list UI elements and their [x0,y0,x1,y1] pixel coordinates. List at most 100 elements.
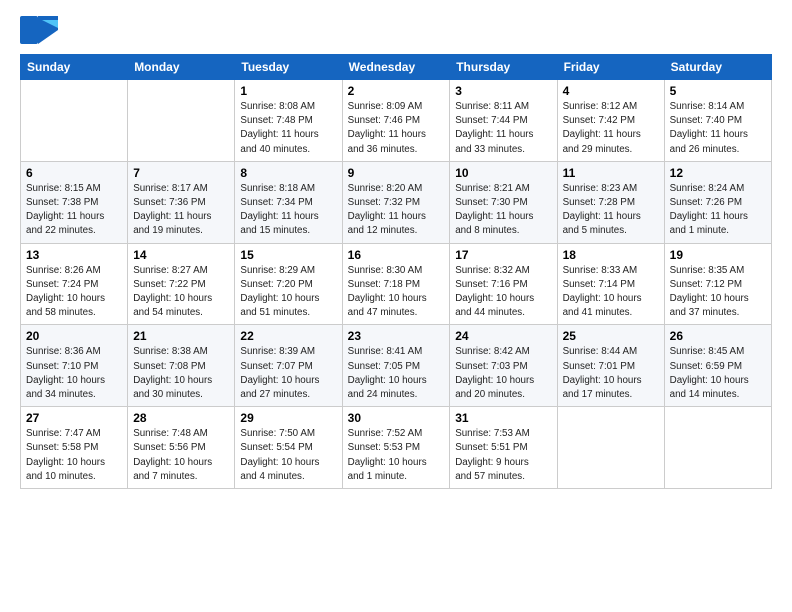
day-info: Sunrise: 8:17 AM Sunset: 7:36 PM Dayligh… [133,182,229,239]
calendar-cell: 13 Sunrise: 8:26 AM Sunset: 7:24 PM Dayli… [21,243,128,325]
calendar-cell: 5 Sunrise: 8:14 AM Sunset: 7:40 PM Daylig… [664,80,771,162]
day-number: 13 [26,248,122,262]
day-number: 26 [670,329,766,343]
calendar-week-row: 6Sunrise: 8:15 AM Sunset: 7:38 PM Daylig… [21,161,772,243]
day-number: 15 [240,248,336,262]
day-number: 21 [133,329,229,343]
day-number: 14 [133,248,229,262]
day-number: 11 [563,166,659,180]
calendar-cell: 26 Sunrise: 8:45 AM Sunset: 6:59 PM Dayli… [664,325,771,407]
calendar-cell: 3 Sunrise: 8:11 AM Sunset: 7:44 PM Daylig… [450,80,557,162]
calendar-cell [128,80,235,162]
day-info: Sunrise: 7:48 AM Sunset: 5:56 PM Dayligh… [133,427,229,484]
day-number: 29 [240,411,336,425]
day-number: 12 [670,166,766,180]
calendar-header-row: Sunday Monday Tuesday Wednesday Thursday… [21,55,772,80]
calendar-week-row: 27 Sunrise: 7:47 AM Sunset: 5:58 PM Dayli… [21,407,772,489]
calendar-cell: 29 Sunrise: 7:50 AM Sunset: 5:54 PM Dayli… [235,407,342,489]
day-info: Sunrise: 8:35 AM Sunset: 7:12 PM Dayligh… [670,264,766,321]
day-number: 4 [563,84,659,98]
col-saturday: Saturday [664,55,771,80]
calendar-cell: 21 Sunrise: 8:38 AM Sunset: 7:08 PM Dayli… [128,325,235,407]
day-info: Sunrise: 8:39 AM Sunset: 7:07 PM Dayligh… [240,345,336,402]
calendar-cell: 27 Sunrise: 7:47 AM Sunset: 5:58 PM Dayli… [21,407,128,489]
calendar-cell: 2Sunrise: 8:09 AM Sunset: 7:46 PM Daylig… [342,80,450,162]
day-info: Sunrise: 8:30 AM Sunset: 7:18 PM Dayligh… [348,264,445,321]
calendar-cell: 18Sunrise: 8:33 AM Sunset: 7:14 PM Dayli… [557,243,664,325]
day-info: Sunrise: 8:33 AM Sunset: 7:14 PM Dayligh… [563,264,659,321]
day-number: 27 [26,411,122,425]
calendar: Sunday Monday Tuesday Wednesday Thursday… [20,54,772,489]
calendar-cell: 24 Sunrise: 8:42 AM Sunset: 7:03 PM Dayli… [450,325,557,407]
day-number: 16 [348,248,445,262]
day-number: 8 [240,166,336,180]
day-info: Sunrise: 8:14 AM Sunset: 7:40 PM Dayligh… [670,100,766,157]
calendar-cell: 19 Sunrise: 8:35 AM Sunset: 7:12 PM Dayli… [664,243,771,325]
col-tuesday: Tuesday [235,55,342,80]
day-info: Sunrise: 8:44 AM Sunset: 7:01 PM Dayligh… [563,345,659,402]
day-info: Sunrise: 8:12 AM Sunset: 7:42 PM Dayligh… [563,100,659,157]
col-friday: Friday [557,55,664,80]
calendar-cell: 1 Sunrise: 8:08 AM Sunset: 7:48 PM Daylig… [235,80,342,162]
day-number: 7 [133,166,229,180]
calendar-cell [664,407,771,489]
day-info: Sunrise: 7:52 AM Sunset: 5:53 PM Dayligh… [348,427,445,484]
day-number: 20 [26,329,122,343]
calendar-cell: 22 Sunrise: 8:39 AM Sunset: 7:07 PM Dayli… [235,325,342,407]
day-info: Sunrise: 8:38 AM Sunset: 7:08 PM Dayligh… [133,345,229,402]
calendar-cell [21,80,128,162]
calendar-cell: 20Sunrise: 8:36 AM Sunset: 7:10 PM Dayli… [21,325,128,407]
day-info: Sunrise: 8:42 AM Sunset: 7:03 PM Dayligh… [455,345,551,402]
calendar-cell: 25 Sunrise: 8:44 AM Sunset: 7:01 PM Dayli… [557,325,664,407]
logo [20,16,62,44]
col-wednesday: Wednesday [342,55,450,80]
day-info: Sunrise: 8:23 AM Sunset: 7:28 PM Dayligh… [563,182,659,239]
day-info: Sunrise: 8:18 AM Sunset: 7:34 PM Dayligh… [240,182,336,239]
calendar-cell [557,407,664,489]
day-info: Sunrise: 8:20 AM Sunset: 7:32 PM Dayligh… [348,182,445,239]
day-info: Sunrise: 8:41 AM Sunset: 7:05 PM Dayligh… [348,345,445,402]
day-number: 5 [670,84,766,98]
col-sunday: Sunday [21,55,128,80]
day-info: Sunrise: 8:29 AM Sunset: 7:20 PM Dayligh… [240,264,336,321]
day-number: 31 [455,411,551,425]
calendar-cell: 11 Sunrise: 8:23 AM Sunset: 7:28 PM Dayli… [557,161,664,243]
calendar-cell: 31 Sunrise: 7:53 AM Sunset: 5:51 PM Dayli… [450,407,557,489]
day-info: Sunrise: 8:21 AM Sunset: 7:30 PM Dayligh… [455,182,551,239]
calendar-week-row: 1 Sunrise: 8:08 AM Sunset: 7:48 PM Daylig… [21,80,772,162]
header [20,16,772,44]
calendar-cell: 15 Sunrise: 8:29 AM Sunset: 7:20 PM Dayli… [235,243,342,325]
day-number: 22 [240,329,336,343]
day-info: Sunrise: 8:24 AM Sunset: 7:26 PM Dayligh… [670,182,766,239]
calendar-cell: 8 Sunrise: 8:18 AM Sunset: 7:34 PM Daylig… [235,161,342,243]
calendar-cell: 6Sunrise: 8:15 AM Sunset: 7:38 PM Daylig… [21,161,128,243]
calendar-cell: 10Sunrise: 8:21 AM Sunset: 7:30 PM Dayli… [450,161,557,243]
day-info: Sunrise: 8:15 AM Sunset: 7:38 PM Dayligh… [26,182,122,239]
calendar-cell: 23Sunrise: 8:41 AM Sunset: 7:05 PM Dayli… [342,325,450,407]
calendar-cell: 16 Sunrise: 8:30 AM Sunset: 7:18 PM Dayli… [342,243,450,325]
calendar-cell: 7 Sunrise: 8:17 AM Sunset: 7:36 PM Daylig… [128,161,235,243]
calendar-week-row: 13 Sunrise: 8:26 AM Sunset: 7:24 PM Dayli… [21,243,772,325]
day-info: Sunrise: 8:45 AM Sunset: 6:59 PM Dayligh… [670,345,766,402]
col-monday: Monday [128,55,235,80]
day-info: Sunrise: 8:08 AM Sunset: 7:48 PM Dayligh… [240,100,336,157]
col-thursday: Thursday [450,55,557,80]
day-number: 19 [670,248,766,262]
calendar-cell: 9Sunrise: 8:20 AM Sunset: 7:32 PM Daylig… [342,161,450,243]
day-info: Sunrise: 7:47 AM Sunset: 5:58 PM Dayligh… [26,427,122,484]
day-number: 25 [563,329,659,343]
logo-icon [20,16,58,44]
calendar-cell: 30 Sunrise: 7:52 AM Sunset: 5:53 PM Dayli… [342,407,450,489]
day-number: 1 [240,84,336,98]
day-info: Sunrise: 8:26 AM Sunset: 7:24 PM Dayligh… [26,264,122,321]
day-number: 2 [348,84,445,98]
day-number: 28 [133,411,229,425]
day-info: Sunrise: 7:50 AM Sunset: 5:54 PM Dayligh… [240,427,336,484]
calendar-cell: 12 Sunrise: 8:24 AM Sunset: 7:26 PM Dayli… [664,161,771,243]
day-number: 24 [455,329,551,343]
day-info: Sunrise: 8:11 AM Sunset: 7:44 PM Dayligh… [455,100,551,157]
calendar-week-row: 20Sunrise: 8:36 AM Sunset: 7:10 PM Dayli… [21,325,772,407]
day-number: 3 [455,84,551,98]
day-info: Sunrise: 7:53 AM Sunset: 5:51 PM Dayligh… [455,427,551,484]
day-number: 30 [348,411,445,425]
